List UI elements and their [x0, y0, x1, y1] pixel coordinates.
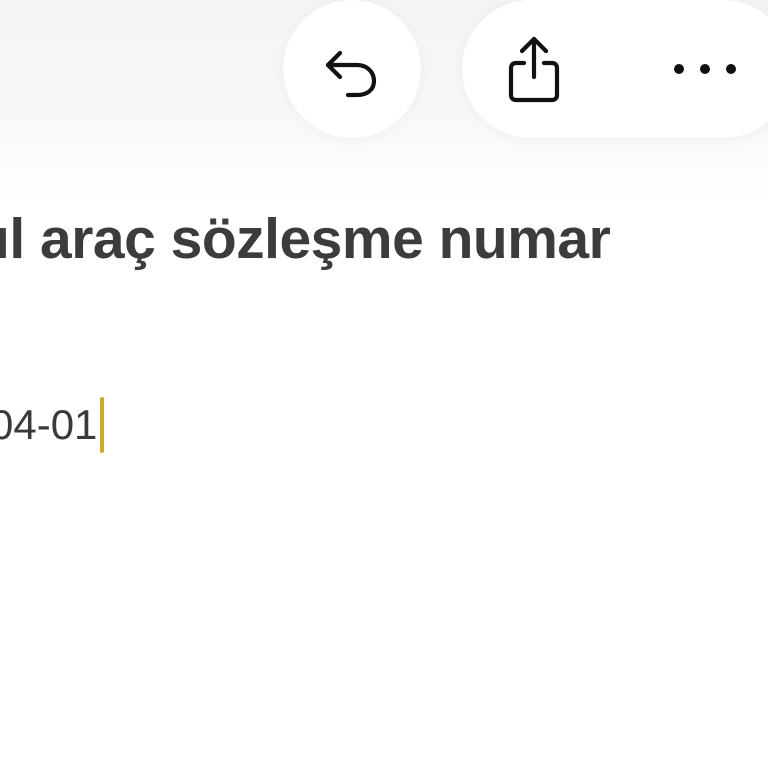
- note-body[interactable]: 04-01: [0, 396, 105, 454]
- undo-arrow-icon: [325, 50, 377, 98]
- share-icon: [508, 36, 560, 103]
- undo-button[interactable]: [283, 0, 421, 138]
- more-options-button[interactable]: [650, 0, 760, 138]
- toolbar-action-group: [462, 0, 768, 138]
- notes-editor-screen: ıl araç sözleşme numar 04-01: [0, 0, 768, 768]
- note-title[interactable]: ıl araç sözleşme numar: [0, 206, 611, 272]
- ellipsis-icon: [674, 64, 736, 74]
- note-body-text[interactable]: 04-01: [0, 401, 97, 449]
- share-button[interactable]: [482, 0, 586, 138]
- text-caret: [100, 397, 105, 453]
